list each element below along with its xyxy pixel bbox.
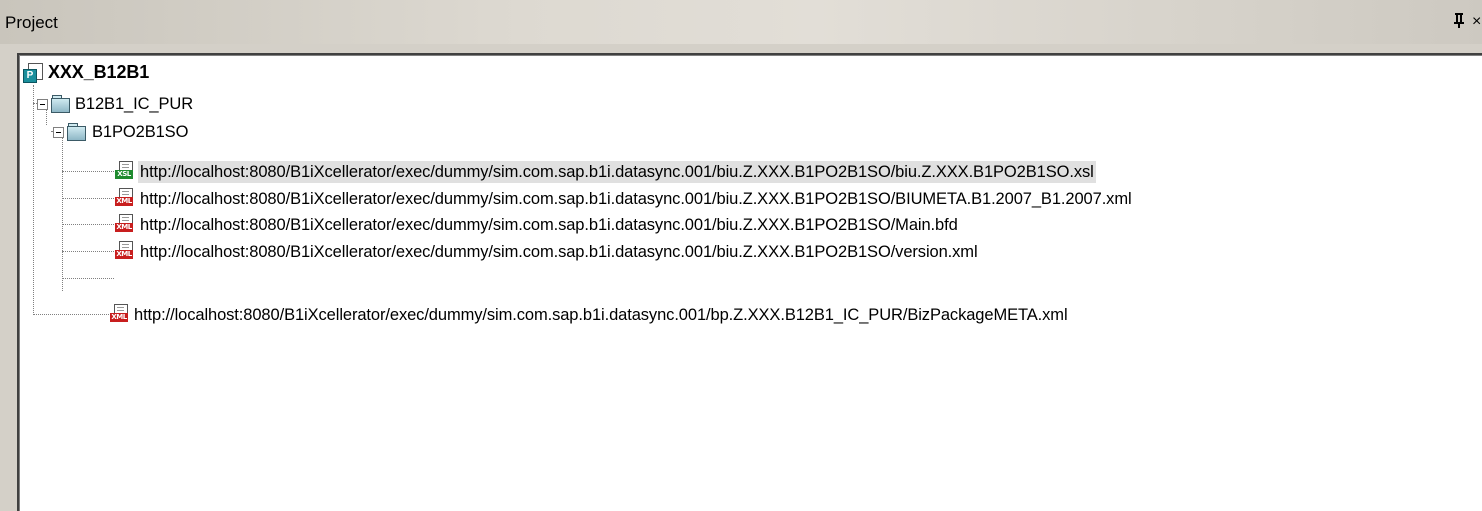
panel-title: Project <box>5 13 58 32</box>
tree-folder-label: B12B1_IC_PUR <box>75 95 194 113</box>
project-tree[interactable]: P XXX_B12B1 B12B1_IC_PUR B1PO2B1SO XSL h… <box>17 53 1482 511</box>
tree-file-label: http://localhost:8080/B1iXcellerator/exe… <box>138 161 1096 183</box>
tree-line <box>62 251 114 252</box>
collapse-icon[interactable] <box>37 99 48 110</box>
tree-line <box>46 109 47 125</box>
project-icon: P <box>23 63 43 83</box>
xml-file-icon: XML <box>115 241 133 259</box>
pin-icon[interactable] <box>1452 10 1466 30</box>
tree-file-label: http://localhost:8080/B1iXcellerator/exe… <box>140 216 958 234</box>
close-icon[interactable]: × <box>1472 13 1481 31</box>
panel-titlebar: Project × <box>0 0 1482 44</box>
xml-file-icon: XML <box>115 188 133 206</box>
tree-line <box>62 137 63 291</box>
xml-file-icon: XML <box>110 304 128 322</box>
tree-file-label: http://localhost:8080/B1iXcellerator/exe… <box>134 306 1068 324</box>
project-panel: Project × P XXX_B12B1 B12B1_IC_PUR B1PO2… <box>0 0 1482 511</box>
tree-file-label: http://localhost:8080/B1iXcellerator/exe… <box>140 190 1132 208</box>
tree-line <box>62 224 114 225</box>
tree-line <box>62 278 114 279</box>
folder-icon <box>67 122 86 141</box>
tree-line <box>62 171 114 172</box>
tree-line <box>33 85 34 315</box>
tree-folder-label: B1PO2B1SO <box>92 123 189 141</box>
xsl-file-icon: XSL <box>115 161 133 179</box>
tree-root-label: XXX_B12B1 <box>48 62 150 82</box>
tree-line <box>62 198 114 199</box>
collapse-icon[interactable] <box>53 127 64 138</box>
folder-icon <box>51 94 70 113</box>
xml-file-icon: XML <box>115 214 133 232</box>
tree-line <box>33 314 109 315</box>
tree-file-label: http://localhost:8080/B1iXcellerator/exe… <box>140 243 978 261</box>
